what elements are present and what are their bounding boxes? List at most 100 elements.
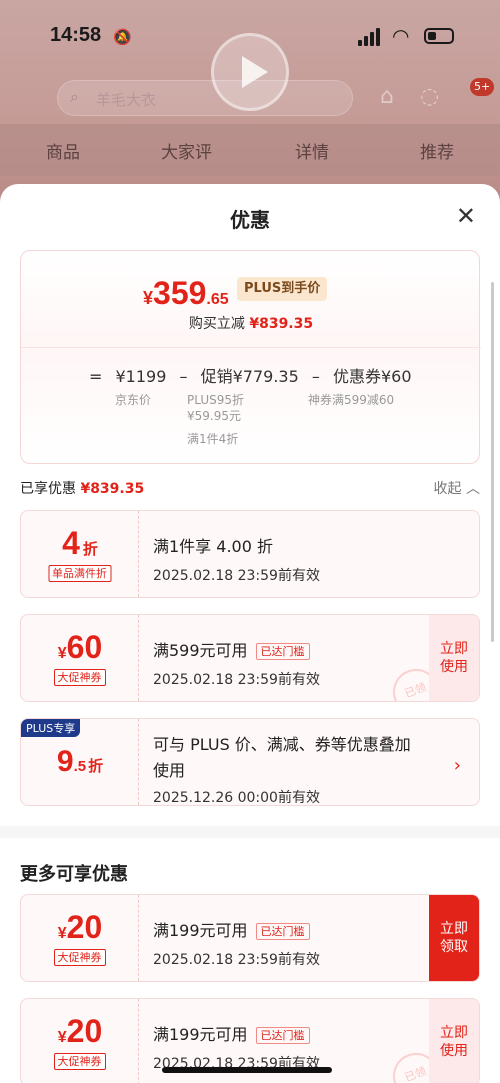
price-currency: ¥ [143, 288, 154, 308]
section-divider [0, 826, 500, 838]
coupon-left: ¥20 大促神券 [21, 895, 139, 981]
use-now-button[interactable]: 立即 使用 [429, 999, 479, 1083]
coupon-value-number: 4 [62, 525, 80, 561]
coupon-info: 满199元可用 已达门槛 2025.02.18 23:59前有效 [153, 1021, 320, 1073]
coupon-value: ¥60 [21, 629, 139, 666]
tab-reviews[interactable]: 大家评 [161, 138, 212, 163]
product-tabs: 商品 大家评 详情 推荐 [0, 124, 500, 176]
formula-jd-price: ¥1199 [115, 367, 167, 386]
formula-minus: – [179, 367, 188, 386]
coupon-value: 4折 [21, 525, 139, 562]
coupon-info: 满199元可用 已达门槛 2025.02.18 23:59前有效 [153, 917, 320, 969]
coupon-value-unit: 折 [88, 758, 104, 775]
formula-promo: 促销¥779.35 [200, 367, 299, 386]
mute-bell-icon: 🔕 [113, 28, 132, 46]
total-reduction: 购买立减 ¥839.35 [21, 313, 481, 333]
plus-price-tag: PLUS到手价 [237, 277, 328, 301]
coupon-left: ¥60 大促神券 [21, 615, 139, 701]
home-icon[interactable]: ⌂ [380, 84, 394, 109]
coupon-left: 4折 单品满件折 [21, 511, 139, 597]
coupon-validity: 2025.02.18 23:59前有效 [153, 952, 320, 968]
search-bar[interactable]: ⌕ 羊毛大衣 [57, 80, 353, 116]
coupon-value-number: 60 [66, 629, 103, 665]
coupon-value: ¥20 [21, 909, 139, 946]
coupon-value-number: 9 [56, 745, 74, 778]
threshold-reached-badge: 已达门槛 [255, 923, 310, 940]
coupon-type-tag: 单品满件折 [48, 565, 111, 582]
use-now-label: 立即 使用 [440, 641, 468, 675]
battery-icon [424, 28, 454, 44]
coupon-info: 可与 PLUS 价、满减、券等优惠叠加 使用 2025.12.26 00:00前… [153, 731, 411, 806]
enjoyed-amount: ¥839.35 [80, 481, 145, 497]
wifi-icon: ◠ [392, 24, 410, 48]
enjoyed-discount: 已享优惠 ¥839.35 [20, 478, 144, 498]
coupon-stack-desc: 可与 PLUS 价、满减、券等优惠叠加 [153, 735, 411, 754]
coupon-type-tag: 大促神券 [53, 949, 106, 966]
more-discounts-title: 更多可享优惠 [20, 864, 128, 885]
claim-now-label: 立即 领取 [440, 921, 468, 955]
coupon-condition: 满199元可用 [153, 921, 248, 940]
coupon-stack-desc-cont: 使用 [153, 761, 186, 780]
collapse-toggle[interactable]: 收起 ︿ [434, 478, 480, 498]
divider [21, 347, 481, 348]
coupon-left: PLUS专享 9.5 折 [21, 719, 139, 805]
jd-price-label: 京东价 [115, 393, 152, 407]
coupon-value-decimal: .5 [73, 758, 87, 775]
use-now-label: 立即 使用 [440, 1025, 468, 1059]
price-summary-card: ¥359.65 PLUS到手价 购买立减 ¥839.35 = ¥1199 – 促… [20, 250, 481, 464]
scrollbar[interactable] [491, 282, 494, 642]
enjoyed-label: 已享优惠 [20, 481, 76, 497]
signal-icon [358, 28, 384, 46]
coupon-piece-discount: 4折 单品满件折 满1件享 4.00 折 2025.02.18 23:59前有效 [20, 510, 480, 598]
formula-equals: = [89, 367, 103, 386]
coupon-promo-60: ¥60 大促神券 满599元可用 已达门槛 2025.02.18 23:59前有效… [20, 614, 480, 702]
price-integer: 359 [153, 275, 207, 311]
coupon-promo-20: ¥20 大促神券 满199元可用 已达门槛 2025.02.18 23:59前有效… [20, 894, 480, 982]
coupon-validity: 2025.12.26 00:00前有效 [153, 790, 320, 806]
status-time: 14:58 [50, 24, 102, 46]
coupon-type-tag: 大促神券 [53, 669, 106, 686]
chevron-right-icon[interactable]: › [454, 755, 461, 776]
claim-now-button[interactable]: 立即 领取 [429, 895, 479, 981]
coupon-value-unit: 折 [82, 541, 98, 558]
coupon-validity: 2025.02.18 23:59前有效 [153, 568, 320, 584]
final-price: ¥359.65 [143, 275, 229, 312]
home-indicator[interactable] [162, 1067, 332, 1073]
coupon-value-number: 20 [66, 909, 103, 945]
coupon-condition-line: 满599元可用 已达门槛 [153, 637, 320, 661]
discount-sheet: 优惠 ✕ ¥359.65 PLUS到手价 购买立减 ¥839.35 = ¥119… [0, 184, 500, 1083]
formula-coupon: 优惠券¥60 [332, 367, 412, 386]
coupon-info: 满1件享 4.00 折 2025.02.18 23:59前有效 [153, 533, 320, 585]
tab-product[interactable]: 商品 [46, 138, 80, 163]
reduction-label: 购买立减 [188, 316, 245, 332]
tab-recommend[interactable]: 推荐 [420, 138, 454, 163]
tab-details[interactable]: 详情 [295, 138, 329, 163]
piece-discount-label: 满1件4折 [187, 432, 239, 446]
close-icon[interactable]: ✕ [456, 204, 476, 228]
plus-discount-value: ¥59.95元 [187, 409, 241, 423]
coupon-type-tag: 大促神券 [53, 1053, 106, 1070]
coupon-value-number: 20 [66, 1013, 103, 1049]
sheet-title: 优惠 [230, 208, 270, 232]
search-placeholder: 羊毛大衣 [96, 91, 157, 109]
reduction-amount: ¥839.35 [249, 316, 314, 332]
coupon-value: ¥20 [21, 1013, 139, 1050]
use-now-button[interactable]: 立即 使用 [429, 615, 479, 701]
threshold-reached-badge: 已达门槛 [255, 643, 310, 660]
price-formula: = ¥1199 – 促销¥779.35 – 优惠券¥60 [89, 363, 420, 387]
coupon-currency: ¥ [57, 1029, 67, 1046]
coupon-condition: 满1件享 4.00 折 [153, 537, 273, 556]
cart-icon[interactable]: ◌ [420, 84, 439, 109]
coupon-condition: 满199元可用 [153, 1025, 248, 1044]
plus-exclusive-label: PLUS专享 [21, 719, 81, 737]
coupon-condition-line: 满199元可用 已达门槛 [153, 917, 320, 941]
threshold-reached-badge: 已达门槛 [255, 1027, 310, 1044]
coupon-desc-label: 神券满599减60 [308, 393, 395, 407]
search-icon: ⌕ [70, 87, 79, 106]
coupon-condition-line: 满199元可用 已达门槛 [153, 1021, 320, 1045]
coupon-info: 满599元可用 已达门槛 2025.02.18 23:59前有效 [153, 637, 320, 689]
coupon-condition: 满599元可用 [153, 641, 248, 660]
cart-badge: 5+ [470, 78, 495, 96]
coupon-value: 9.5 折 [21, 745, 139, 779]
coupon-plus-discount[interactable]: PLUS专享 9.5 折 可与 PLUS 价、满减、券等优惠叠加 使用 2025.… [20, 718, 480, 806]
